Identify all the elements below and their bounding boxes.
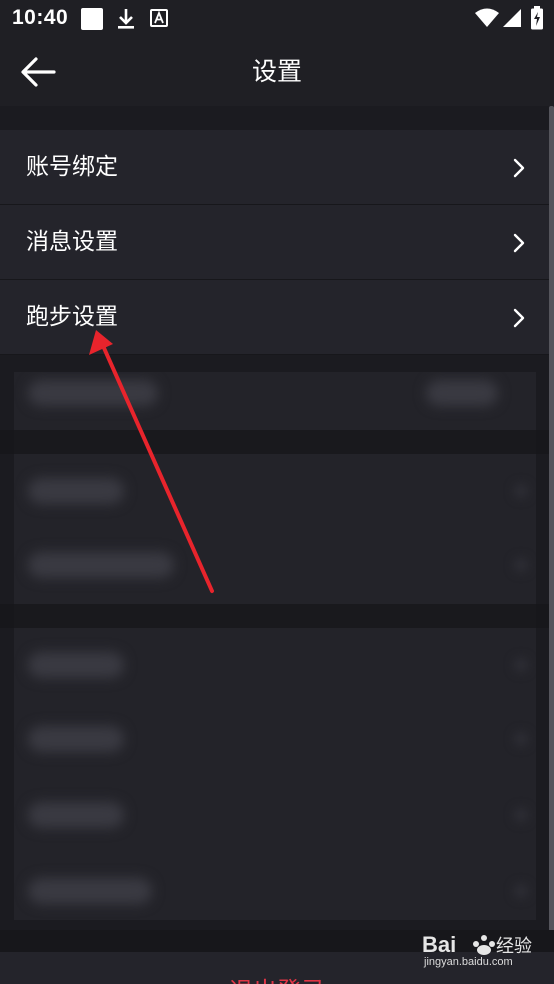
settings-item-account-binding[interactable]: 账号绑定 xyxy=(0,130,554,205)
section-divider xyxy=(0,604,14,628)
square-icon xyxy=(81,8,103,30)
blurred-chevron xyxy=(514,658,528,672)
blurred-chevron xyxy=(514,808,528,822)
blurred-row-text xyxy=(28,478,124,504)
chevron-right-icon xyxy=(513,158,525,178)
download-icon xyxy=(118,9,134,29)
settings-list: 账号绑定 消息设置 跑步设置 xyxy=(0,130,554,355)
page-title: 设置 xyxy=(251,57,302,86)
blur-section-divider xyxy=(14,430,536,454)
settings-item-running-settings[interactable]: 跑步设置 xyxy=(0,280,554,355)
blurred-row-text xyxy=(28,878,152,904)
chevron-right-icon xyxy=(513,308,525,328)
scrollbar[interactable] xyxy=(549,106,554,942)
blurred-row-value xyxy=(426,380,498,406)
status-time: 10:40 xyxy=(12,6,69,29)
back-button[interactable] xyxy=(18,52,66,92)
svg-text:Bai: Bai xyxy=(422,932,456,957)
blurred-chevron xyxy=(514,732,528,746)
watermark-url: jingyan.baidu.com xyxy=(424,956,513,968)
a-box-icon xyxy=(150,9,168,27)
blurred-row-text xyxy=(28,552,174,578)
settings-item-label: 跑步设置 xyxy=(26,304,118,330)
settings-item-label: 消息设置 xyxy=(26,229,118,255)
settings-item-label: 账号绑定 xyxy=(26,154,118,180)
blurred-row-text xyxy=(28,652,124,678)
blurred-chevron xyxy=(514,558,528,572)
section-divider xyxy=(536,430,550,454)
blurred-settings-panel xyxy=(14,372,536,920)
blur-section-divider xyxy=(14,604,536,628)
title-bar: 设置 xyxy=(0,38,554,106)
blurred-chevron xyxy=(514,484,528,498)
arrow-left-icon xyxy=(21,57,56,87)
blurred-row-text xyxy=(28,726,124,752)
wifi-icon xyxy=(475,8,499,27)
chevron-right-icon xyxy=(513,233,525,253)
battery-icon xyxy=(531,6,543,30)
blurred-row-text xyxy=(28,802,124,828)
blurred-chevron xyxy=(514,884,528,898)
signal-icon xyxy=(503,9,521,27)
section-divider xyxy=(536,604,550,628)
section-divider xyxy=(0,430,14,454)
blurred-row-text xyxy=(28,380,158,406)
settings-item-message-settings[interactable]: 消息设置 xyxy=(0,205,554,280)
status-bar: 10:40 xyxy=(0,0,554,38)
svg-text:经验: 经验 xyxy=(496,936,532,957)
logout-label: 退出登录 xyxy=(0,976,554,984)
